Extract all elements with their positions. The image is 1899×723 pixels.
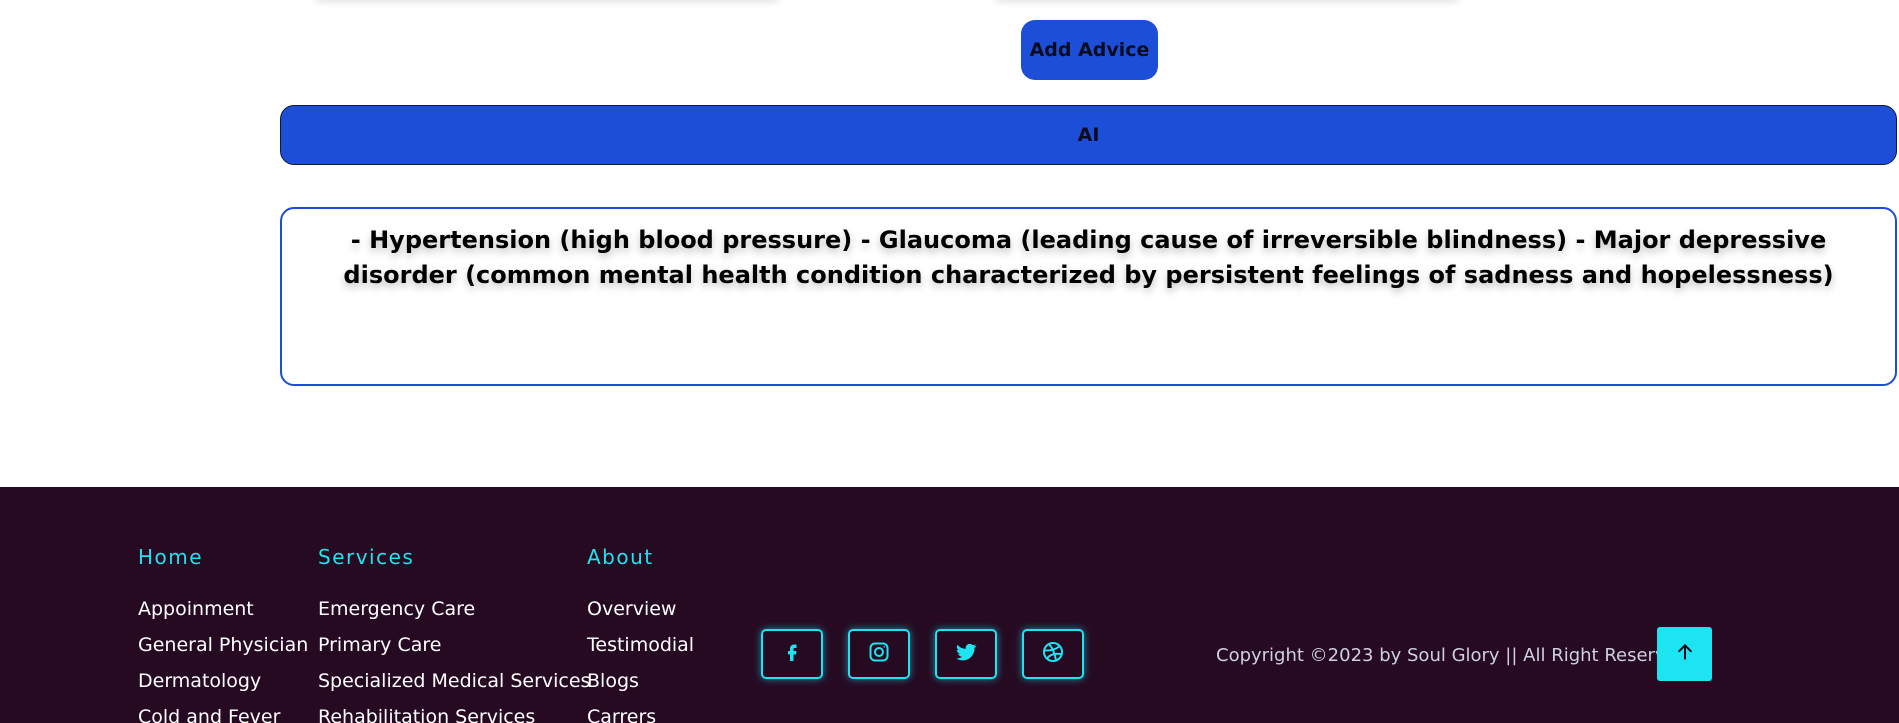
arrow-up-icon <box>1675 642 1695 667</box>
footer-link-specialized-services[interactable]: Specialized Medical Services <box>318 663 590 699</box>
instagram-button[interactable] <box>848 629 910 679</box>
footer-link-general-physician[interactable]: General Physician <box>138 627 308 663</box>
copyright-text: Copyright ©2023 by Soul Glory || All Rig… <box>1216 645 1694 666</box>
facebook-button[interactable] <box>761 629 823 679</box>
footer-link-careers[interactable]: Carrers <box>587 699 694 723</box>
ai-button[interactable]: AI <box>280 105 1897 165</box>
facebook-icon <box>780 640 804 669</box>
footer-link-testimonial[interactable]: Testimodial <box>587 627 694 663</box>
twitter-button[interactable] <box>935 629 997 679</box>
footer-link-dermatology[interactable]: Dermatology <box>138 663 308 699</box>
footer-column-services: Services Emergency Care Primary Care Spe… <box>318 545 590 723</box>
twitter-icon <box>954 640 978 669</box>
footer-heading-about[interactable]: About <box>587 545 694 569</box>
ai-label: AI <box>1077 124 1100 146</box>
dribbble-icon <box>1041 640 1065 669</box>
back-to-top-button[interactable] <box>1657 627 1712 681</box>
footer-link-blogs[interactable]: Blogs <box>587 663 694 699</box>
footer-link-overview[interactable]: Overview <box>587 591 694 627</box>
footer: Home Appoinment General Physician Dermat… <box>0 487 1899 723</box>
footer-column-home: Home Appoinment General Physician Dermat… <box>138 545 308 723</box>
footer-link-cold-and-fever[interactable]: Cold and Fever <box>138 699 308 723</box>
footer-link-emergency-care[interactable]: Emergency Care <box>318 591 590 627</box>
footer-heading-home[interactable]: Home <box>138 545 308 569</box>
dribbble-button[interactable] <box>1022 629 1084 679</box>
footer-link-appointment[interactable]: Appoinment <box>138 591 308 627</box>
footer-heading-services[interactable]: Services <box>318 545 590 569</box>
instagram-icon <box>867 640 891 669</box>
add-advice-button[interactable]: Add Advice <box>1021 20 1158 80</box>
ai-result-box: - Hypertension (high blood pressure) - G… <box>280 207 1897 386</box>
footer-column-about: About Overview Testimodial Blogs Carrers <box>587 545 694 723</box>
footer-link-rehabilitation[interactable]: Rehabilitation Services <box>318 699 590 723</box>
page: Add Advice AI - Hypertension (high blood… <box>0 0 1899 723</box>
ai-result-text: - Hypertension (high blood pressure) - G… <box>343 226 1834 289</box>
footer-link-primary-care[interactable]: Primary Care <box>318 627 590 663</box>
